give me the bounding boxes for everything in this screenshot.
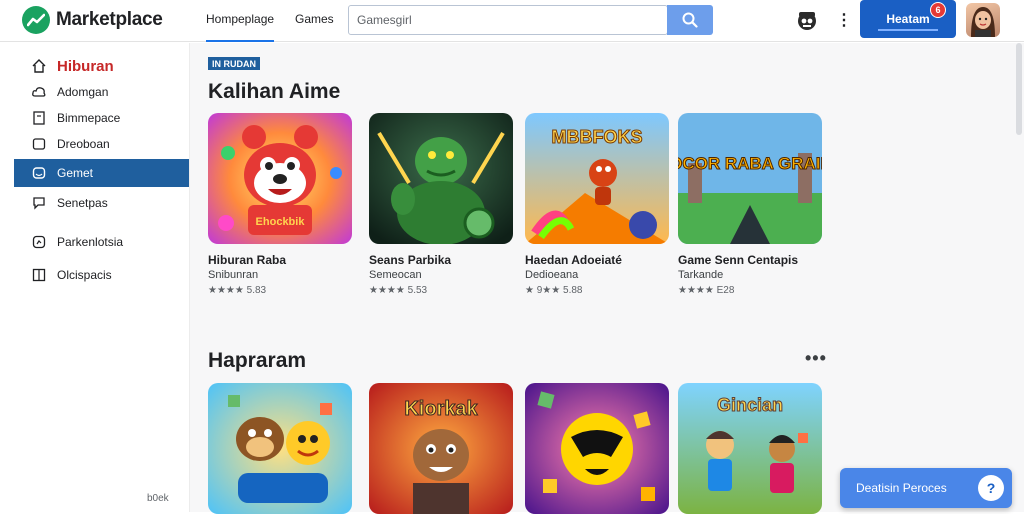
section-title: Kalihan Aime xyxy=(208,80,341,103)
scrollbar[interactable] xyxy=(1016,43,1022,135)
game-subtitle: Dedioeana xyxy=(525,269,579,281)
game-thumbnail[interactable] xyxy=(208,383,352,514)
sidebar-item-label: Bimmepace xyxy=(57,111,121,125)
folder-icon xyxy=(32,137,46,151)
gamepad-icon xyxy=(32,166,46,180)
sidebar-item-parkenlotsia[interactable]: Parkenlotsia xyxy=(14,228,189,256)
section-title: Hapraram xyxy=(208,349,307,372)
sidebar-item-adomgan[interactable]: Adomgan xyxy=(14,78,189,106)
sidebar-item-label: Parkenlotsia xyxy=(57,235,124,249)
sidebar-item-label: Hiburan xyxy=(57,57,114,75)
logo-trend-icon xyxy=(22,6,50,34)
sidebar-item-label: Dreoboan xyxy=(57,137,110,151)
game-card[interactable] xyxy=(208,383,352,514)
game-card[interactable]: Gincian xyxy=(678,383,822,514)
game-thumbnail[interactable] xyxy=(525,383,669,514)
game-card[interactable]: MBBFOKS Haedan Adoeiaté Dedioeana ★ 9★★ … xyxy=(525,113,669,296)
account-button-label: Heatam xyxy=(886,12,930,26)
cloud-icon xyxy=(32,85,46,99)
avatar[interactable] xyxy=(966,3,1000,37)
search-icon xyxy=(682,12,698,28)
game-title: Seans Parbika xyxy=(369,253,452,267)
sidebar-item-hiburan[interactable]: Hiburan xyxy=(14,52,189,80)
sidebar-item-label: Adomgan xyxy=(57,85,109,99)
app-logo[interactable]: Marketplace xyxy=(22,6,163,34)
sidebar-item-dreoboan[interactable]: Dreoboan xyxy=(14,130,189,158)
thumb-art-text: GOCOR RABA GRAINS xyxy=(678,154,822,173)
tab-games[interactable]: Games xyxy=(295,12,334,26)
game-card[interactable]: Kiorkak xyxy=(369,383,513,514)
thumb-art-text: MBBFOKS xyxy=(552,127,643,147)
search-button[interactable] xyxy=(667,5,713,35)
account-underline xyxy=(878,29,938,31)
game-card[interactable] xyxy=(525,383,669,514)
sidebar-item-label: Olcispacis xyxy=(57,268,112,282)
thumb-art-text: Kiorkak xyxy=(404,398,478,420)
thumb-art-text: Ehockbik xyxy=(256,216,306,228)
sidebar-item-label: Senetpas xyxy=(57,196,108,210)
box-icon xyxy=(32,268,46,282)
clock-icon xyxy=(32,235,46,249)
game-title: Hiburan Raba xyxy=(208,253,287,267)
game-rating: ★★★★ E28 xyxy=(678,285,735,296)
game-subtitle: Snibunran xyxy=(208,269,259,281)
game-title: Game Senn Centapis xyxy=(678,253,799,267)
game-thumbnail[interactable]: Gincian xyxy=(678,383,822,514)
help-button[interactable]: Deatisin Peroces ? xyxy=(840,468,1012,508)
search-input[interactable] xyxy=(348,5,668,35)
chat-icon xyxy=(32,196,46,210)
sidebar: Hiburan Adomgan Bimmepace Dreoboan Gemet… xyxy=(0,43,190,512)
game-card[interactable]: Seans Parbika Semeocan ★★★★ 5.53 xyxy=(369,113,513,296)
thumb-art-text: Gincian xyxy=(717,395,783,415)
tab-homepage[interactable]: Hompeplage xyxy=(206,12,275,42)
main-content: IN RUDAN Kalihan Aime Ehockbik Hiburan R… xyxy=(190,43,1024,514)
mascot-icon[interactable] xyxy=(796,9,818,31)
game-rating: ★ 9★★ 5.88 xyxy=(525,285,583,296)
game-title: Haedan Adoeiaté xyxy=(525,253,622,267)
game-thumbnail[interactable] xyxy=(369,113,513,244)
game-card[interactable]: Ehockbik Hiburan Raba Snibunran ★★★★ 5.8… xyxy=(208,113,352,296)
book-icon xyxy=(32,111,46,125)
game-card[interactable]: GOCOR RABA GRAINS Game Senn Centapis Tar… xyxy=(678,113,822,296)
game-rating: ★★★★ 5.53 xyxy=(369,285,428,296)
sidebar-item-olcispacis[interactable]: Olcispacis xyxy=(14,261,189,289)
game-subtitle: Semeocan xyxy=(369,269,422,281)
logo-text: Marketplace xyxy=(56,9,163,30)
more-options-icon[interactable]: ••• xyxy=(805,348,827,369)
sidebar-item-gemet[interactable]: Gemet xyxy=(14,159,189,187)
sidebar-footer: b0ek xyxy=(147,493,169,504)
help-button-label: Deatisin Peroces xyxy=(856,481,947,495)
game-rating: ★★★★ 5.83 xyxy=(208,285,267,296)
question-icon: ? xyxy=(978,475,1004,501)
game-subtitle: Tarkande xyxy=(678,269,724,281)
top-bar: Marketplace Hompeplage Games ⋮ Heatam 6 xyxy=(0,0,1024,42)
game-thumbnail[interactable]: Kiorkak xyxy=(369,383,513,514)
section-tag: IN RUDAN xyxy=(208,57,260,70)
sidebar-item-bimmepace[interactable]: Bimmepace xyxy=(14,104,189,132)
home-icon xyxy=(32,59,46,73)
game-thumbnail[interactable]: GOCOR RABA GRAINS xyxy=(678,113,822,244)
sidebar-item-senetpas[interactable]: Senetpas xyxy=(14,189,189,217)
sidebar-item-label: Gemet xyxy=(57,166,94,180)
notification-badge[interactable]: 6 xyxy=(930,2,946,18)
kebab-icon[interactable]: ⋮ xyxy=(836,10,852,30)
game-thumbnail[interactable]: Ehockbik xyxy=(208,113,352,244)
game-thumbnail[interactable]: MBBFOKS xyxy=(525,113,669,244)
